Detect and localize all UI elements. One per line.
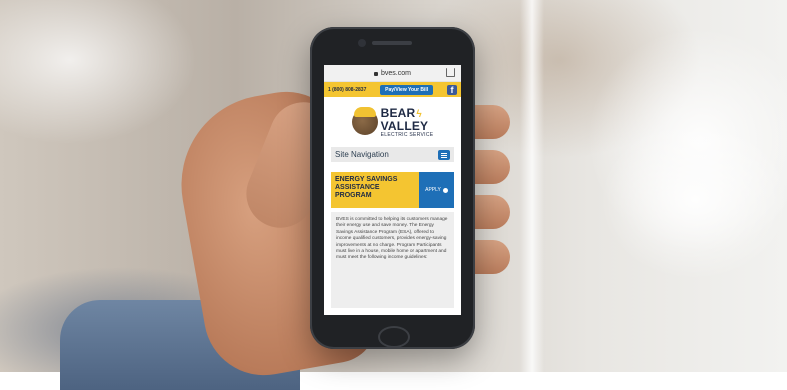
- apply-button[interactable]: APPLY: [419, 172, 454, 208]
- home-button[interactable]: [378, 326, 410, 348]
- share-icon[interactable]: [446, 68, 455, 77]
- program-description: BVES is committed to helping its custome…: [331, 212, 454, 308]
- smartphone: bves.com 1 (800) 808-2837 Pay/View Your …: [310, 27, 475, 349]
- program-banner: ENERGY SAVINGS ASSISTANCE PROGRAM APPLY: [331, 172, 454, 208]
- bear-mascot-icon: [351, 107, 378, 135]
- phone-screen: bves.com 1 (800) 808-2837 Pay/View Your …: [324, 65, 461, 315]
- logo-subtitle: ELECTRIC SERVICE: [380, 131, 434, 138]
- bolt-icon: ϟ: [416, 108, 422, 120]
- logo-line-valley: VALLEY: [380, 118, 429, 133]
- logo-line-bear: BEAR: [380, 105, 416, 120]
- menu-icon[interactable]: [438, 149, 450, 160]
- browser-url-bar[interactable]: bves.com: [324, 65, 461, 82]
- url-text: bves.com: [381, 69, 411, 77]
- top-contact-bar: 1 (800) 808-2837 Pay/View Your Bill f: [324, 82, 461, 97]
- pay-bill-button[interactable]: Pay/View Your Bill: [380, 84, 434, 95]
- facebook-icon[interactable]: f: [446, 84, 457, 95]
- arrow-circle-icon: [442, 187, 448, 193]
- site-navigation-toggle[interactable]: Site Navigation: [331, 147, 454, 162]
- speaker: [372, 41, 412, 45]
- lock-icon: [374, 72, 379, 76]
- camera-icon: [358, 39, 366, 47]
- site-navigation-label: Site Navigation: [335, 150, 389, 159]
- site-logo[interactable]: BEARϟ VALLEY ELECTRIC SERVICE: [324, 100, 461, 144]
- phone-number-link[interactable]: 1 (800) 808-2837: [328, 87, 366, 93]
- apply-label: APPLY: [425, 187, 441, 193]
- program-title: ENERGY SAVINGS ASSISTANCE PROGRAM: [331, 172, 419, 208]
